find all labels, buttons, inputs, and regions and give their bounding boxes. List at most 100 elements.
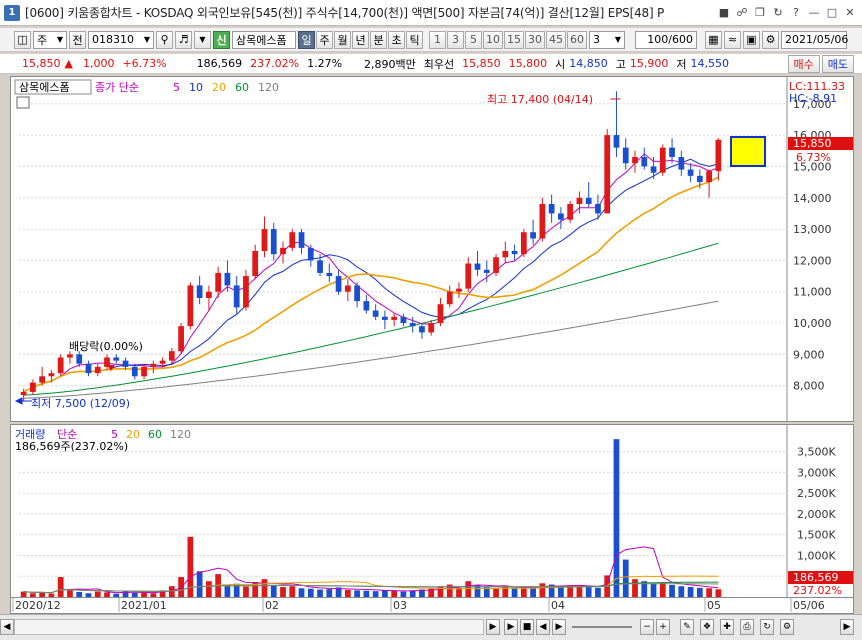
ma-legend-10: 10	[189, 81, 203, 94]
layout-icon[interactable]: ◫	[14, 30, 31, 49]
period-tab-6[interactable]: 틱	[406, 30, 423, 49]
volume-bar	[307, 588, 314, 597]
interval-button-45[interactable]: 45	[546, 30, 566, 49]
volume-bar	[39, 592, 46, 597]
search-icon[interactable]: ⚲	[156, 30, 173, 49]
prev-button[interactable]: 전	[69, 30, 86, 49]
candle-body	[595, 204, 601, 214]
candle-body	[94, 366, 101, 374]
hc-value: HC:-8.91	[789, 92, 837, 105]
volume-bar	[511, 587, 518, 597]
price-highlight-box[interactable]	[730, 136, 766, 167]
zoom-out-button[interactable]: −	[640, 619, 654, 635]
period-tab-4[interactable]: 분	[370, 30, 387, 49]
period-tab-5[interactable]: 초	[388, 30, 405, 49]
panel-toggle-icon[interactable]: ▶	[840, 619, 854, 635]
volume-bar	[595, 587, 601, 597]
stock-code-value: 018310	[92, 33, 134, 46]
candle-body	[530, 232, 536, 239]
interval-select[interactable]: 3 ▼	[589, 30, 625, 49]
lock-icon[interactable]: ■	[716, 5, 732, 21]
interval-button-30[interactable]: 30	[525, 30, 545, 49]
period-tab-2[interactable]: 월	[334, 30, 351, 49]
date-input[interactable]: 2021/05/06	[781, 30, 848, 49]
chart-type-icon[interactable]: ▦	[705, 30, 722, 49]
candle-body	[678, 157, 685, 170]
cursor-tool-icon[interactable]: ❖	[700, 619, 714, 635]
open-price: 14,850	[569, 57, 608, 70]
price-chart-panel[interactable]: 17,000 16,000 15,000 14,000 13,000 12,000 11,0…	[10, 76, 854, 422]
market-select[interactable]: 주 ▼	[33, 30, 67, 49]
stop-button[interactable]: ■	[520, 619, 534, 635]
window-number-icon: 1	[4, 4, 20, 21]
interval-button-5[interactable]: 5	[465, 30, 482, 49]
draw-tool-icon[interactable]: ✎	[680, 619, 694, 635]
minimize-icon[interactable]: —	[806, 5, 822, 21]
link-icon[interactable]: ☍	[734, 5, 750, 21]
pin-icon[interactable]: ↻	[770, 5, 786, 21]
period-tab-3[interactable]: 년	[352, 30, 369, 49]
print-icon[interactable]: ⎙	[740, 619, 754, 635]
up-arrow-icon: ▲	[64, 57, 73, 70]
ma-line-10	[23, 158, 719, 393]
volume-bar	[298, 588, 305, 597]
scroll-left-button[interactable]: ◀	[0, 619, 14, 635]
current-price-tag-text: 15,850	[793, 137, 832, 150]
volume-chart[interactable]: 3,500K3,000K2,500K2,000K1,500K1,000K500K…	[11, 425, 853, 597]
volume-bar	[409, 590, 416, 597]
candle-body	[243, 276, 249, 308]
volume-tick-label: 2,500K	[797, 487, 836, 500]
gear-icon[interactable]: ⚙	[762, 30, 779, 49]
interval-button-60[interactable]: 60	[567, 30, 587, 49]
interval-button-10[interactable]: 10	[483, 30, 503, 49]
maximize-icon[interactable]: □	[824, 5, 840, 21]
speaker-icon[interactable]: ♬	[175, 30, 192, 49]
price-change-pct: +6.73%	[122, 57, 167, 70]
crosshair-icon[interactable]: ✚	[720, 619, 734, 635]
dropdown-icon[interactable]: ▼	[194, 30, 211, 49]
volume-bar	[687, 587, 694, 597]
candle-body	[30, 382, 36, 392]
x-tick-label: 04	[551, 599, 565, 612]
buy-button[interactable]: 매수	[787, 54, 820, 73]
volume-bar	[326, 589, 333, 597]
scroll-right-button[interactable]: ▶	[486, 619, 500, 635]
interval-button-1[interactable]: 1	[429, 30, 446, 49]
refresh-icon[interactable]: ↻	[760, 619, 774, 635]
volume-tick-label: 3,000K	[797, 466, 836, 479]
play-button[interactable]: ▶	[504, 619, 518, 635]
zoom-slider[interactable]	[572, 626, 632, 628]
price-tick-label: 14,000	[793, 192, 832, 205]
stock-code-input[interactable]: 018310 ▼	[88, 30, 154, 49]
candle-body	[261, 229, 268, 251]
candle-body	[298, 232, 305, 248]
zoom-in-button[interactable]: +	[656, 619, 670, 635]
config-icon[interactable]: ⚙	[780, 619, 794, 635]
period-tab-0[interactable]: 일	[298, 30, 315, 49]
candle-body	[604, 135, 611, 214]
high-annotation: 최고 17,400 (04/14)	[487, 93, 593, 106]
price-tick-label: 10,000	[793, 317, 832, 330]
title-bar: 1 [0600] 키움종합차트 - KOSDAQ 외국인보유[545(천)] 주…	[0, 0, 862, 26]
candle-body	[206, 291, 212, 298]
close-icon[interactable]: ✕	[842, 5, 858, 21]
period-tab-1[interactable]: 주	[316, 30, 333, 49]
save-icon[interactable]: ▣	[743, 30, 760, 49]
horizontal-scrollbar[interactable]	[14, 619, 484, 635]
restore-icon[interactable]: ❐	[752, 5, 768, 21]
candle-body	[39, 376, 46, 383]
price-chart[interactable]: 17,00016,00015,00014,00013,00012,00011,0…	[11, 77, 853, 421]
grid-toggle-icon[interactable]	[16, 96, 30, 109]
interval-button-15[interactable]: 15	[504, 30, 524, 49]
rewind-button[interactable]: ◀	[536, 619, 550, 635]
help-icon[interactable]: ?	[788, 5, 804, 21]
sell-button[interactable]: 매도	[821, 54, 854, 73]
candle-body	[326, 272, 333, 277]
candle-body	[437, 304, 444, 324]
candle-body	[696, 175, 703, 183]
count-input[interactable]: 100/600	[635, 30, 697, 49]
interval-button-3[interactable]: 3	[447, 30, 464, 49]
forward-button[interactable]: ▶	[552, 619, 566, 635]
indicator-icon[interactable]: ≈	[724, 30, 741, 49]
volume-chart-panel[interactable]: 3,500K3,000K2,500K2,000K1,500K1,000K500K…	[10, 424, 854, 598]
